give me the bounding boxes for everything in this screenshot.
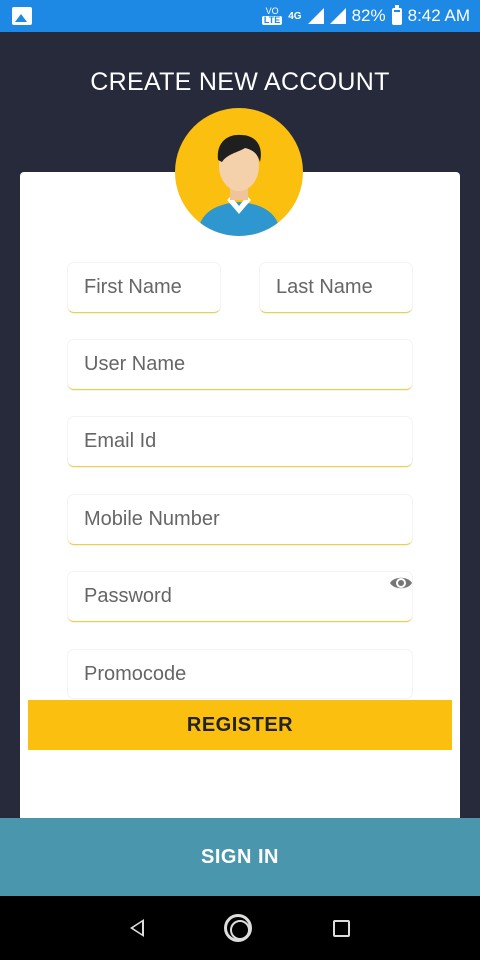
email-placeholder: Email Id: [84, 430, 157, 452]
battery-icon: [391, 4, 402, 25]
sign-in-button[interactable]: SIGN IN: [0, 818, 480, 896]
signal-icon: [307, 8, 324, 24]
page-title: CREATE NEW ACCOUNT: [90, 68, 390, 96]
recent-apps-icon[interactable]: [332, 919, 350, 937]
user-name-placeholder: User Name: [84, 353, 186, 375]
eye-icon[interactable]: [389, 573, 413, 593]
navigation-bar: [0, 896, 480, 960]
back-icon[interactable]: [130, 919, 145, 937]
image-icon: [12, 7, 32, 25]
mobile-number-field[interactable]: Mobile Number: [68, 495, 412, 545]
mobile-placeholder: Mobile Number: [84, 508, 220, 530]
user-name-field[interactable]: User Name: [68, 340, 412, 390]
first-name-placeholder: First Name: [84, 276, 182, 298]
network-type: 4G: [288, 10, 302, 22]
first-name-field[interactable]: First Name: [68, 263, 220, 313]
clock: 8:42 AM: [407, 6, 470, 25]
last-name-placeholder: Last Name: [276, 276, 373, 298]
last-name-field[interactable]: Last Name: [260, 263, 412, 313]
signal-icon: [329, 8, 346, 24]
email-field[interactable]: Email Id: [68, 417, 412, 467]
promocode-placeholder: Promocode: [84, 662, 187, 685]
status-bar: VO LTE 4G 82% 8:42 AM: [0, 0, 480, 32]
volte-icon: VO LTE: [261, 7, 283, 25]
user-avatar-icon: [175, 108, 303, 236]
battery-percent: 82%: [351, 6, 386, 25]
home-icon[interactable]: [224, 914, 253, 942]
lte-label: LTE: [261, 15, 283, 25]
password-field[interactable]: Password: [68, 572, 412, 622]
password-placeholder: Password: [84, 585, 172, 607]
promocode-field[interactable]: Promocode: [68, 650, 412, 698]
register-button[interactable]: REGISTER: [28, 700, 452, 750]
